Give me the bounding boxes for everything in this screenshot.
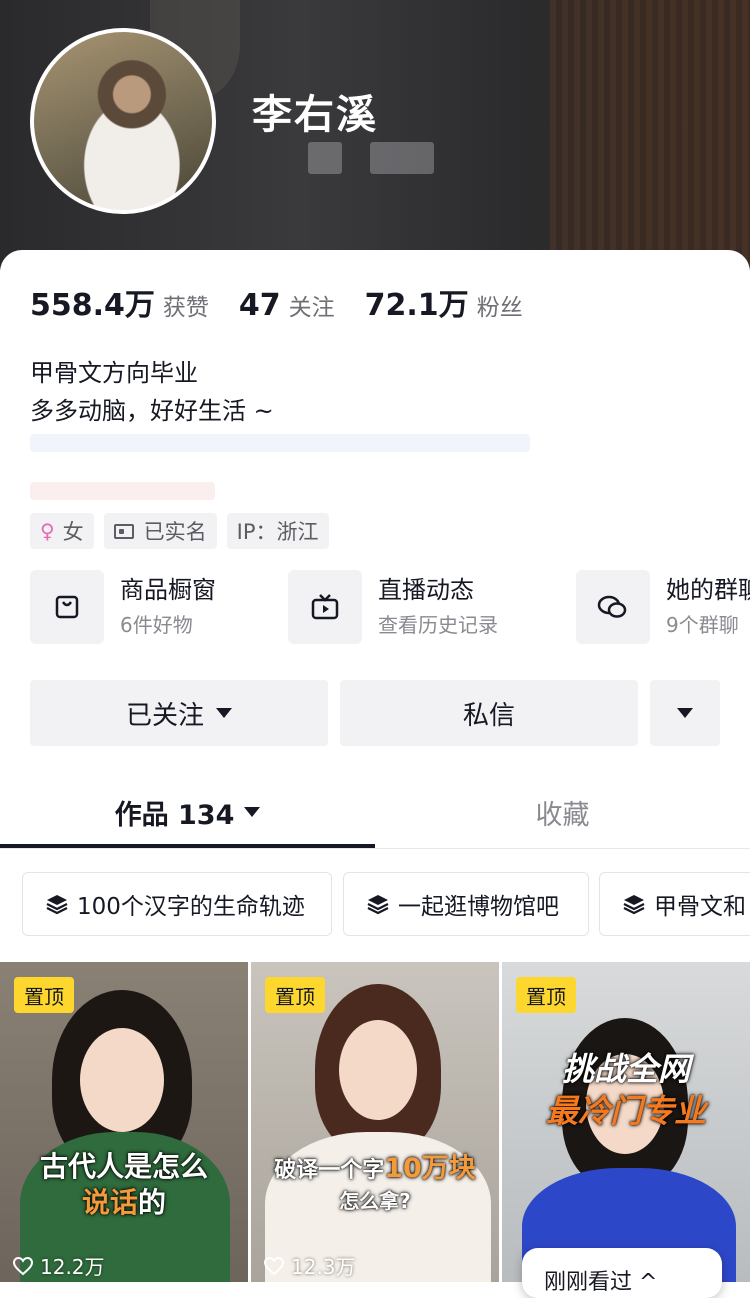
- caret-down-icon: [216, 708, 232, 718]
- tv-icon: [288, 570, 362, 644]
- message-button[interactable]: 私信: [340, 680, 638, 746]
- message-label: 私信: [462, 700, 515, 731]
- service-group-chats[interactable]: 她的群聊 9个群聊: [576, 570, 750, 644]
- more-options-button[interactable]: [650, 680, 720, 746]
- caption-tail: 的: [138, 1186, 167, 1219]
- video-caption: 怎么拿?: [339, 1189, 411, 1213]
- heart-icon: [12, 1256, 34, 1275]
- shopping-bag-icon: [30, 570, 104, 644]
- video-thumbnail[interactable]: 置顶 挑战全网 最冷门专业: [502, 962, 750, 1282]
- service-live-history[interactable]: 直播动态 查看历史记录: [288, 570, 498, 644]
- stat-likes[interactable]: 558.4万 获赞: [30, 280, 209, 324]
- service-subtitle: 6件好物: [120, 613, 193, 637]
- female-icon: ♀: [40, 519, 55, 543]
- layers-icon: [623, 895, 645, 915]
- recently-viewed-popup[interactable]: 刚刚看过 ^: [522, 1248, 722, 1298]
- collection-label: 甲骨文和: [654, 894, 746, 920]
- collection-chip[interactable]: 一起逛博物馆吧: [343, 872, 589, 936]
- gender-label: 女: [62, 520, 84, 544]
- id-card-icon: [113, 523, 134, 539]
- video-thumbnail[interactable]: 置顶 破译一个字10万块 怎么拿? 12.3万: [251, 962, 499, 1282]
- blurred-id: [308, 142, 342, 174]
- collection-label: 一起逛博物馆吧: [398, 894, 559, 920]
- video-caption: 最冷门专业: [545, 1092, 706, 1130]
- layers-icon: [46, 895, 68, 915]
- bio-line: 多多动脑，好好生活 ~: [30, 397, 274, 425]
- stat-followers[interactable]: 72.1万 粉丝: [365, 280, 523, 324]
- thumbnail-figure: [80, 1028, 164, 1132]
- stat-value: 558.4万: [30, 288, 155, 323]
- tab-works-label: 作品 134: [114, 799, 235, 831]
- like-count: 12.3万: [263, 1251, 356, 1280]
- heart-icon: [263, 1256, 285, 1275]
- caret-down-icon: [244, 807, 261, 817]
- stat-label: 粉丝: [476, 295, 523, 321]
- video-caption: 挑战全网: [561, 1050, 690, 1088]
- service-title: 她的群聊: [666, 576, 750, 604]
- stat-label: 获赞: [162, 295, 209, 321]
- caret-down-icon: [677, 708, 693, 718]
- collection-chip[interactable]: 100个汉字的生命轨迹: [22, 872, 332, 936]
- action-buttons: 已关注 私信: [30, 680, 720, 746]
- profile-header-background: 李右溪: [0, 0, 750, 270]
- profile-card: 558.4万 获赞 47 关注 72.1万 粉丝 甲骨文方向毕业 多多动脑，好好…: [0, 250, 750, 1282]
- service-title: 商品橱窗: [120, 576, 216, 604]
- video-caption: 古代人是怎么: [39, 1150, 208, 1183]
- service-subtitle: 查看历史记录: [378, 613, 498, 637]
- video-grid: 置顶 古代人是怎么 说话的 12.2万 置顶 破译一个字10万块 怎么拿? 12…: [0, 962, 750, 1282]
- blurred-id: [370, 142, 434, 174]
- bio: 甲骨文方向毕业 多多动脑，好好生活 ~: [30, 354, 274, 430]
- stat-value: 72.1万: [364, 288, 469, 323]
- verified-label: 已实名: [143, 520, 207, 544]
- layers-icon: [367, 895, 389, 915]
- tab-favorites-label: 收藏: [535, 799, 590, 831]
- thumbnail-figure: [339, 1020, 417, 1120]
- pinned-badge: 置顶: [265, 977, 325, 1013]
- stat-value: 47: [238, 288, 281, 323]
- services-row: 商品橱窗 6件好物 直播动态 查看历史记录 她的群聊 9个群聊: [30, 570, 750, 644]
- collections-row: 100个汉字的生命轨迹 一起逛博物馆吧 甲骨文和: [22, 872, 750, 938]
- verified-tag: 已实名: [103, 513, 217, 549]
- pinned-badge: 置顶: [516, 977, 576, 1013]
- avatar[interactable]: [30, 28, 216, 214]
- like-count-value: 12.3万: [291, 1255, 356, 1279]
- following-label: 已关注: [125, 700, 204, 731]
- caption-highlight: 说话: [81, 1186, 138, 1219]
- ip-label: IP：浙江: [236, 520, 319, 544]
- stats-row: 558.4万 获赞 47 关注 72.1万 粉丝: [30, 280, 553, 324]
- following-button[interactable]: 已关注: [30, 680, 328, 746]
- stat-label: 关注: [288, 295, 335, 321]
- tab-works[interactable]: 作品 134: [0, 780, 375, 844]
- collection-chip[interactable]: 甲骨文和: [599, 872, 750, 936]
- content-tabs: 作品 134 收藏: [0, 780, 750, 848]
- stat-following[interactable]: 47 关注: [239, 288, 335, 323]
- ip-tag: IP：浙江: [226, 513, 329, 549]
- blurred-bio-line: [30, 482, 215, 500]
- tab-favorites[interactable]: 收藏: [375, 780, 750, 844]
- service-shop-window[interactable]: 商品橱窗 6件好物: [30, 570, 216, 644]
- caption-main: 破译一个字: [274, 1158, 385, 1183]
- bio-line: 甲骨文方向毕业: [30, 359, 198, 387]
- service-title: 直播动态: [378, 576, 474, 604]
- video-thumbnail[interactable]: 置顶 古代人是怎么 说话的 12.2万: [0, 962, 248, 1282]
- chat-bubbles-icon: [576, 570, 650, 644]
- collection-label: 100个汉字的生命轨迹: [77, 894, 305, 920]
- header-curtain-decoration: [550, 0, 750, 270]
- blurred-bio-line: [30, 434, 530, 452]
- video-caption: 说话的: [0, 1184, 248, 1222]
- caption-highlight: 10万块: [384, 1153, 476, 1184]
- like-count-value: 12.2万: [40, 1255, 105, 1279]
- profile-tags: ♀ 女 已实名 IP：浙江: [30, 513, 339, 549]
- like-count: 12.2万: [12, 1251, 105, 1280]
- tab-divider: [0, 848, 750, 849]
- gender-tag: ♀ 女: [30, 513, 94, 549]
- service-subtitle: 9个群聊: [666, 613, 739, 637]
- profile-nickname: 李右溪: [252, 92, 378, 138]
- recently-viewed-label: 刚刚看过 ^: [544, 1270, 658, 1295]
- pinned-badge: 置顶: [14, 977, 74, 1013]
